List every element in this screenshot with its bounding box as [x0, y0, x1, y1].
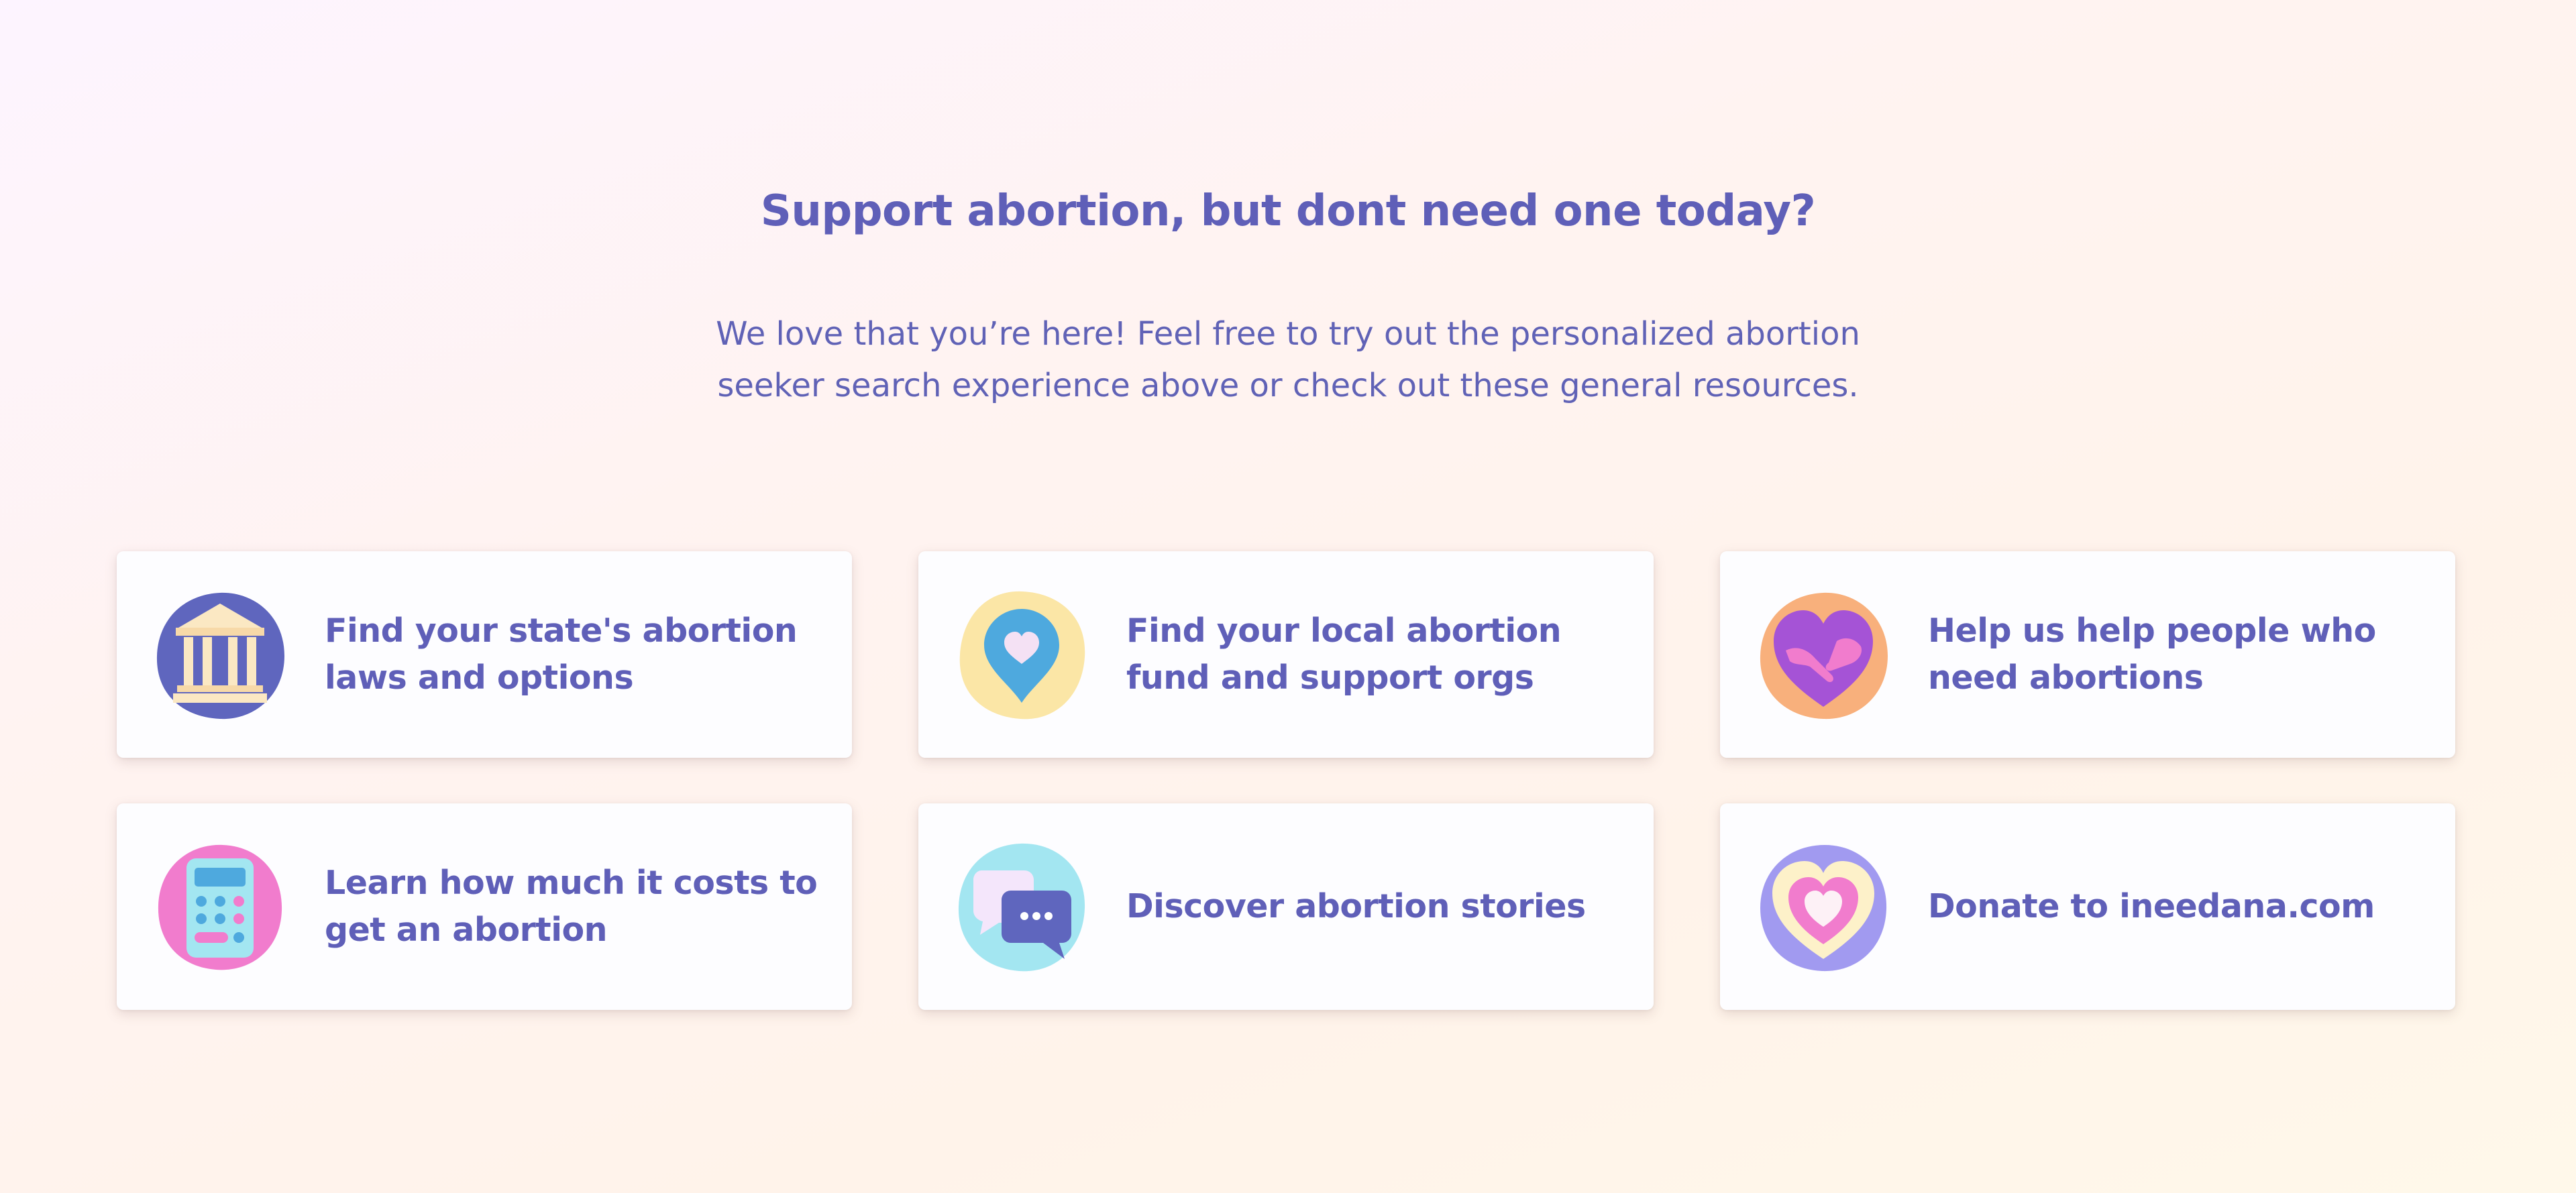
- calculator-icon: [153, 841, 287, 975]
- resource-card-state-laws[interactable]: Find your state's abortion laws and opti…: [117, 551, 852, 758]
- courthouse-icon: [153, 589, 287, 723]
- heart-icon: [1756, 841, 1890, 975]
- resource-card-help-us[interactable]: Help us help people who need abortions: [1720, 551, 2455, 758]
- resource-card-costs[interactable]: Learn how much it costs to get an aborti…: [117, 803, 852, 1010]
- resource-card-stories[interactable]: Discover abortion stories: [918, 803, 1654, 1010]
- heart-map-pin-icon: [955, 589, 1089, 723]
- resource-card-label: Help us help people who need abortions: [1928, 612, 2376, 697]
- resource-card-donate[interactable]: Donate to ineedana.com: [1720, 803, 2455, 1010]
- resource-card-label: Find your state's abortion laws and opti…: [325, 612, 798, 697]
- resource-card-label: Discover abortion stories: [1126, 887, 1586, 925]
- chat-bubbles-icon: [955, 841, 1089, 975]
- resource-card-local-fund[interactable]: Find your local abortion fund and suppor…: [918, 551, 1654, 758]
- resource-card-label: Find your local abortion fund and suppor…: [1126, 612, 1562, 697]
- heart-hands-icon: [1756, 589, 1890, 723]
- resource-card-label: Learn how much it costs to get an aborti…: [325, 864, 818, 949]
- section-heading: Support abortion, but dont need one toda…: [760, 186, 1816, 236]
- resource-card-label: Donate to ineedana.com: [1928, 887, 2375, 925]
- section-intro: We love that you’re here! Feel free to t…: [716, 315, 1860, 404]
